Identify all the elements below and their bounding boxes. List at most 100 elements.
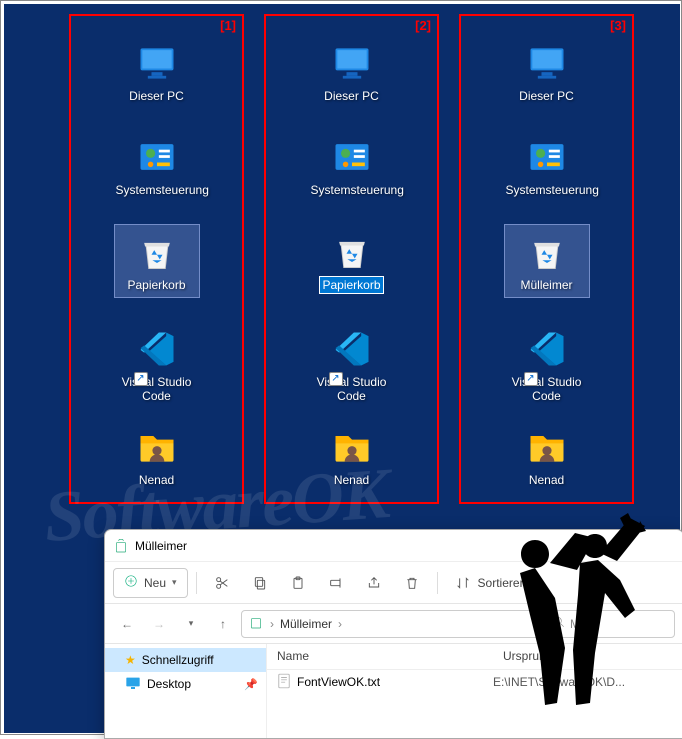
desktop-icon-user[interactable]: Nenad bbox=[309, 424, 395, 488]
shortcut-arrow-icon: ↗ bbox=[134, 372, 148, 386]
separator bbox=[437, 572, 438, 594]
desktop-icon-vscode[interactable]: ↗Visual Studio Code bbox=[114, 326, 200, 404]
toolbar: Neu ▾ Sortieren bbox=[105, 562, 682, 604]
user-folder-icon bbox=[522, 424, 572, 470]
breadcrumb-segment[interactable]: Mülleimer bbox=[280, 617, 332, 631]
delete-button[interactable] bbox=[395, 568, 429, 598]
chevron-right-icon: › bbox=[338, 617, 342, 631]
star-icon: ★ bbox=[125, 653, 136, 667]
desktop-icon-label: Dieser PC bbox=[517, 88, 576, 104]
desktop-icon-pc[interactable]: Dieser PC bbox=[309, 40, 395, 104]
user-folder-icon bbox=[327, 424, 377, 470]
sidebar: ★ Schnellzugriff Desktop 📌 bbox=[105, 644, 267, 738]
panel-number: [3] bbox=[610, 18, 626, 33]
sidebar-item-quickaccess[interactable]: ★ Schnellzugriff bbox=[105, 648, 266, 672]
chevron-down-icon: ▾ bbox=[172, 577, 177, 588]
desktop-icon-user[interactable]: Nenad bbox=[504, 424, 590, 488]
shortcut-arrow-icon: ↗ bbox=[329, 372, 343, 386]
panel-2: [2] Dieser PCSystemsteuerungPapierkorb↗V… bbox=[264, 14, 439, 504]
desktop-icon-recycle[interactable]: Mülleimer bbox=[504, 224, 590, 298]
column-headers: Name Ursprung bbox=[267, 644, 682, 670]
desktop-icon-label: Nenad bbox=[332, 472, 371, 488]
clipboard-icon bbox=[289, 574, 307, 592]
file-name: FontViewOK.txt bbox=[297, 675, 380, 689]
up-button[interactable]: ↑ bbox=[209, 610, 237, 638]
copy-button[interactable] bbox=[243, 568, 277, 598]
file-row[interactable]: FontViewOK.txt E:\INET\SoftwareOK\D... bbox=[267, 670, 682, 694]
cut-button[interactable] bbox=[205, 568, 239, 598]
forward-button[interactable]: → bbox=[145, 610, 173, 638]
desktop-icon-label: Systemsteuerung bbox=[114, 182, 211, 198]
this-pc-icon bbox=[327, 40, 377, 86]
sidebar-item-label: Schnellzugriff bbox=[142, 653, 214, 667]
control-panel-icon bbox=[522, 134, 572, 180]
navbar: ← → ▾ ↑ › Mülleimer › Müll bbox=[105, 604, 682, 644]
column-name[interactable]: Name bbox=[267, 644, 493, 669]
this-pc-icon bbox=[132, 40, 182, 86]
desktop-icon bbox=[125, 676, 141, 693]
file-list: Name Ursprung FontViewOK.txt E:\INET\Sof… bbox=[267, 644, 682, 738]
desktop-icon-label: Nenad bbox=[137, 472, 176, 488]
explorer-window: Mülleimer Neu ▾ Sortieren ← bbox=[104, 529, 682, 739]
column-origin[interactable]: Ursprung bbox=[493, 644, 682, 669]
desktop-icon-user[interactable]: Nenad bbox=[114, 424, 200, 488]
control-panel-icon bbox=[327, 134, 377, 180]
sort-button-label: Sortieren bbox=[478, 576, 527, 590]
recycle-bin-icon bbox=[327, 228, 377, 274]
new-button[interactable]: Neu ▾ bbox=[113, 568, 188, 598]
desktop-icon-pc[interactable]: Dieser PC bbox=[504, 40, 590, 104]
control-panel-icon bbox=[132, 134, 182, 180]
desktop-icon-label: Dieser PC bbox=[322, 88, 381, 104]
search-input[interactable]: Müll bbox=[545, 610, 675, 638]
sort-button[interactable]: Sortieren bbox=[446, 568, 535, 598]
new-button-label: Neu bbox=[144, 576, 166, 590]
recycle-bin-icon bbox=[132, 229, 182, 275]
paste-button[interactable] bbox=[281, 568, 315, 598]
share-icon bbox=[365, 574, 383, 592]
panel-3: [3] Dieser PC Systemsteuerung Mülleimer ↗Vi… bbox=[459, 14, 634, 504]
recent-button[interactable]: ▾ bbox=[177, 610, 205, 638]
sidebar-item-desktop[interactable]: Desktop 📌 bbox=[105, 672, 266, 696]
desktop-icon-label: Systemsteuerung bbox=[309, 182, 406, 198]
desktop-icon-control[interactable]: Systemsteuerung bbox=[114, 134, 200, 198]
desktop-icon-control[interactable]: Systemsteuerung bbox=[504, 134, 590, 198]
pin-icon: 📌 bbox=[244, 678, 258, 691]
shortcut-arrow-icon: ↗ bbox=[524, 372, 538, 386]
plus-icon bbox=[124, 574, 138, 591]
user-folder-icon bbox=[132, 424, 182, 470]
share-button[interactable] bbox=[357, 568, 391, 598]
this-pc-icon bbox=[522, 40, 572, 86]
rename-icon bbox=[327, 574, 345, 592]
panel-number: [1] bbox=[220, 18, 236, 33]
desktop-icon-label: Papierkorb bbox=[319, 276, 383, 294]
desktop-icon-label: Visual Studio Code bbox=[504, 374, 590, 404]
desktop-icon-label: Nenad bbox=[527, 472, 566, 488]
recycle-bin-icon bbox=[522, 229, 572, 275]
vscode-icon bbox=[522, 326, 572, 372]
content-area: ★ Schnellzugriff Desktop 📌 Name Ursprung bbox=[105, 644, 682, 738]
text-file-icon bbox=[277, 673, 291, 692]
back-button[interactable]: ← bbox=[113, 610, 141, 638]
recycle-bin-icon bbox=[248, 614, 264, 633]
titlebar[interactable]: Mülleimer bbox=[105, 530, 682, 562]
desktop-icon-label: Dieser PC bbox=[127, 88, 186, 104]
sort-icon bbox=[454, 574, 472, 592]
desktop-icon-vscode[interactable]: ↗Visual Studio Code bbox=[504, 326, 590, 404]
breadcrumb[interactable]: › Mülleimer › bbox=[241, 610, 541, 638]
desktop-icon-pc[interactable]: Dieser PC bbox=[114, 40, 200, 104]
scissors-icon bbox=[213, 574, 231, 592]
sidebar-item-label: Desktop bbox=[147, 677, 191, 691]
desktop-icon-vscode[interactable]: ↗Visual Studio Code bbox=[309, 326, 395, 404]
rename-button[interactable] bbox=[319, 568, 353, 598]
vscode-icon bbox=[132, 326, 182, 372]
trash-icon bbox=[403, 574, 421, 592]
desktop-icon-control[interactable]: Systemsteuerung bbox=[309, 134, 395, 198]
chevron-right-icon: › bbox=[270, 617, 274, 631]
separator bbox=[196, 572, 197, 594]
desktop-icon-label: Visual Studio Code bbox=[114, 374, 200, 404]
desktop-icon-label: Mülleimer bbox=[518, 277, 574, 293]
desktop-icon-recycle[interactable]: Papierkorb bbox=[309, 228, 395, 294]
search-icon bbox=[552, 615, 566, 632]
desktop-icon-label: Papierkorb bbox=[125, 277, 187, 293]
desktop-icon-recycle[interactable]: Papierkorb bbox=[114, 224, 200, 298]
